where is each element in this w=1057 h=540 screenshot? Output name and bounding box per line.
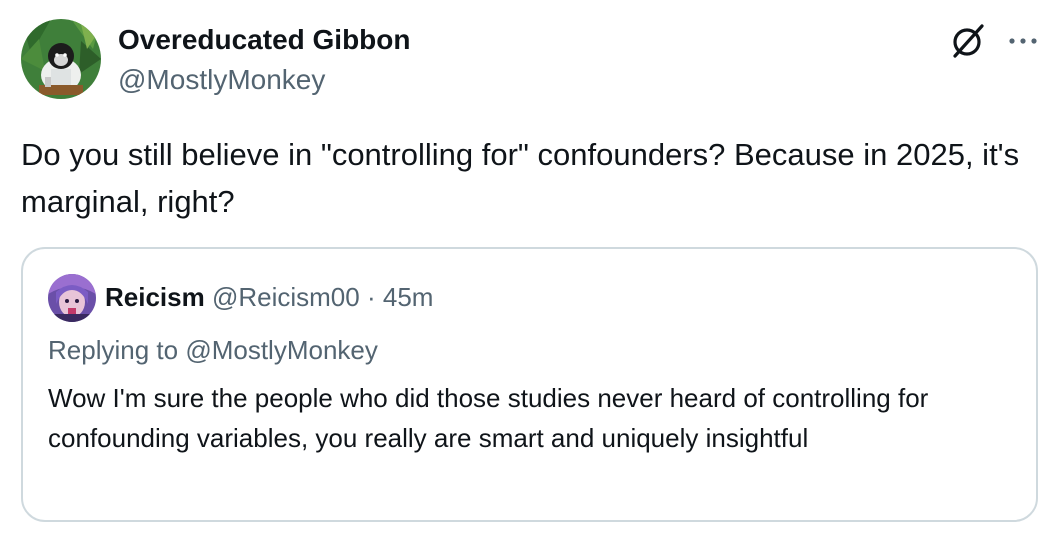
replying-to: Replying to @MostlyMonkey	[48, 335, 378, 366]
quoted-author-handle[interactable]: @Reicism00	[212, 282, 360, 312]
author-avatar[interactable]	[21, 19, 101, 99]
tweet-text: Do you still believe in "controlling for…	[21, 137, 1028, 219]
anime-avatar-icon	[48, 274, 96, 322]
author-name[interactable]: Overeducated Gibbon	[118, 24, 411, 56]
dot-separator: ·	[366, 282, 376, 312]
quoted-tweet-header: Reicism @Reicism00 · 45m	[105, 282, 433, 313]
replying-to-label: Replying to	[48, 335, 179, 365]
quoted-tweet-card[interactable]: Reicism @Reicism00 · 45m Replying to @Mo…	[21, 247, 1038, 522]
grok-icon	[953, 24, 984, 58]
grok-button[interactable]	[948, 22, 986, 60]
gibbon-avatar-icon	[21, 19, 101, 99]
more-horizontal-icon	[1009, 38, 1037, 44]
quoted-tweet-text: Wow I'm sure the people who did those st…	[48, 383, 929, 453]
replying-to-handle[interactable]: @MostlyMonkey	[185, 335, 378, 365]
author-handle[interactable]: @MostlyMonkey	[118, 64, 325, 96]
quoted-author-avatar[interactable]	[48, 274, 96, 322]
quoted-tweet-time[interactable]: 45m	[383, 282, 434, 312]
tweet: Overeducated Gibbon @MostlyMonkey Do you…	[0, 0, 1057, 540]
quoted-author-name[interactable]: Reicism	[105, 282, 205, 312]
more-options-button[interactable]	[1003, 22, 1043, 60]
